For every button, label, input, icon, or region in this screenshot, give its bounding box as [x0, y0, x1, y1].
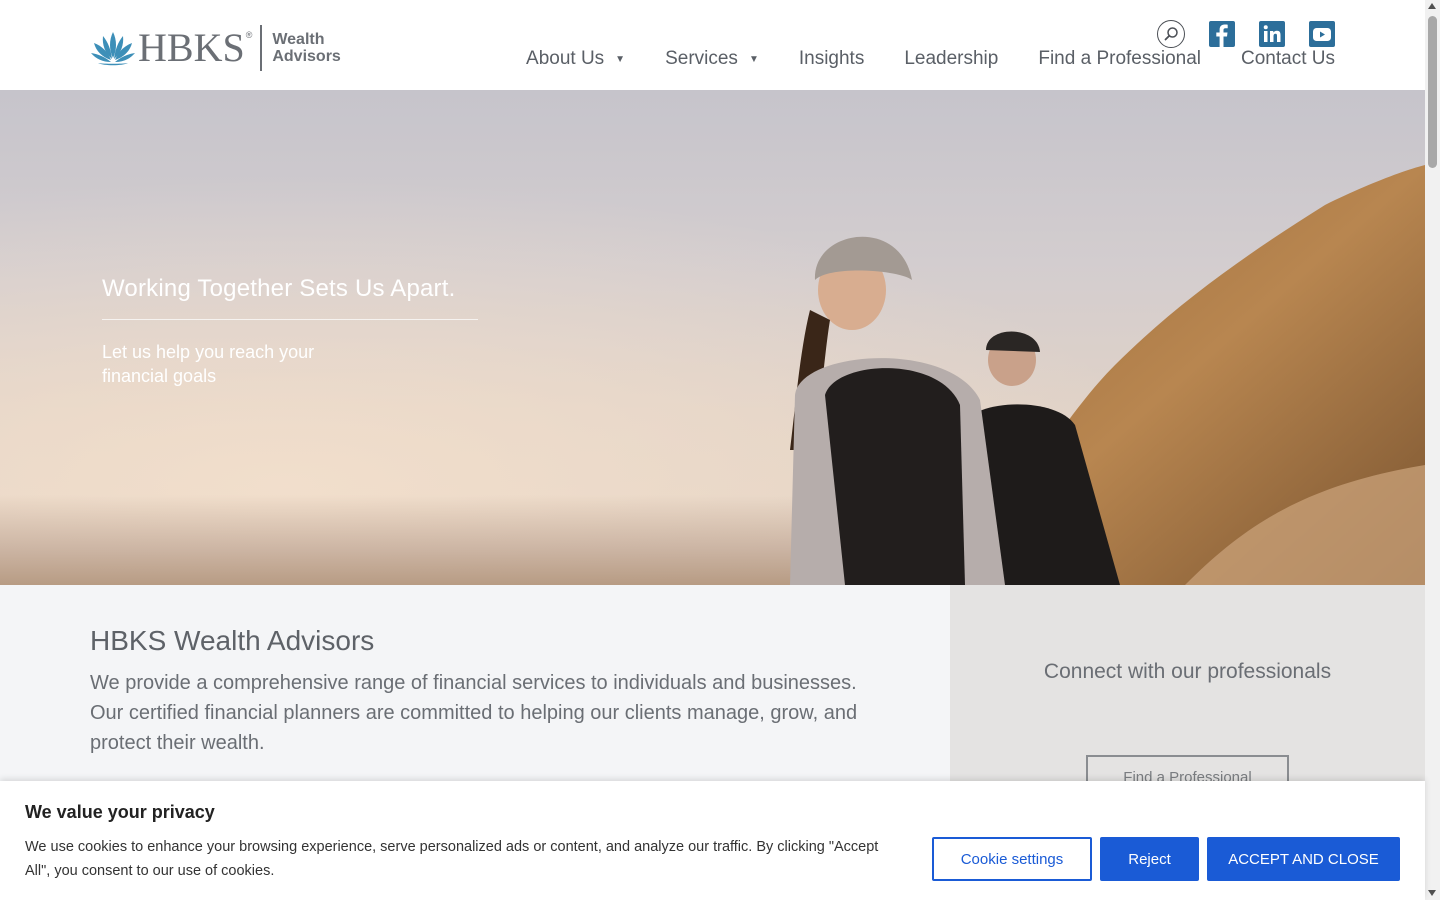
site-header: HBKS ® Wealth Advisors About Us ▼ Servic…: [0, 0, 1425, 90]
hero-banner: Working Together Sets Us Apart. Let us h…: [0, 90, 1425, 585]
intro-body: We provide a comprehensive range of fina…: [90, 672, 858, 754]
header-utility-icons: [1157, 20, 1335, 48]
cookie-banner-title: We value your privacy: [25, 802, 215, 822]
nav-label-services: Services: [665, 48, 738, 69]
nav-item-about-us[interactable]: About Us ▼: [526, 48, 625, 70]
hbks-logo[interactable]: HBKS ® Wealth Advisors: [90, 24, 341, 72]
nav-item-contact-us[interactable]: Contact Us: [1241, 48, 1335, 70]
facebook-glyph: [1216, 24, 1228, 47]
search-icon[interactable]: [1157, 20, 1185, 48]
reject-cookies-button[interactable]: Reject: [1100, 837, 1199, 881]
logo-subtitle-line1: Wealth: [272, 31, 325, 48]
logo-subtitle-line2: Advisors: [272, 48, 341, 65]
nav-item-services[interactable]: Services ▼: [665, 48, 759, 70]
cookie-settings-button[interactable]: Cookie settings: [932, 837, 1092, 881]
hero-couple-figures: [790, 236, 1120, 585]
youtube-glyph: [1313, 28, 1331, 41]
connect-panel-title: Connect with our professionals: [1043, 660, 1332, 683]
linkedin-glyph: [1263, 25, 1281, 42]
scrollbar-thumb[interactable]: [1428, 16, 1437, 168]
logo-subtitle: Wealth Advisors: [272, 31, 340, 65]
logo-registered-mark: ®: [245, 30, 253, 40]
youtube-icon[interactable]: [1309, 21, 1335, 47]
hero-text-block: Working Together Sets Us Apart. Let us h…: [102, 275, 478, 388]
nav-label-about-us: About Us: [526, 48, 605, 69]
scroll-down-arrow-icon[interactable]: [1428, 890, 1436, 896]
facebook-icon[interactable]: [1209, 21, 1235, 47]
caret-down-icon: ▼: [615, 53, 626, 65]
cookie-consent-banner: We value your privacy We use cookies to …: [0, 781, 1425, 900]
magnifier-glyph: [1164, 27, 1178, 41]
nav-item-find-a-professional[interactable]: Find a Professional: [1038, 48, 1201, 70]
hero-title: Working Together Sets Us Apart.: [102, 275, 456, 302]
intro-heading: HBKS Wealth Advisors: [90, 625, 375, 656]
nav-item-leadership[interactable]: Leadership: [904, 48, 998, 70]
hero-beach-shoreline: [0, 495, 900, 585]
linkedin-icon[interactable]: [1259, 21, 1285, 47]
lotus-logo-icon: [91, 32, 135, 66]
caret-down-icon: ▼: [748, 53, 759, 65]
logo-wordmark: HBKS: [138, 25, 245, 70]
nav-item-insights[interactable]: Insights: [799, 48, 864, 70]
accept-cookies-button[interactable]: ACCEPT AND CLOSE: [1207, 837, 1400, 881]
cookie-banner-text: We use cookies to enhance your browsing …: [25, 839, 879, 879]
hero-divider: [102, 319, 478, 320]
page-scrollbar[interactable]: [1425, 0, 1440, 900]
logo-divider: [260, 25, 263, 71]
hero-subtitle: Let us help you reach your financial goa…: [102, 342, 315, 386]
main-navigation: About Us ▼ Services ▼ Insights Leadershi…: [526, 48, 1335, 70]
scroll-up-arrow-icon[interactable]: [1428, 3, 1436, 9]
